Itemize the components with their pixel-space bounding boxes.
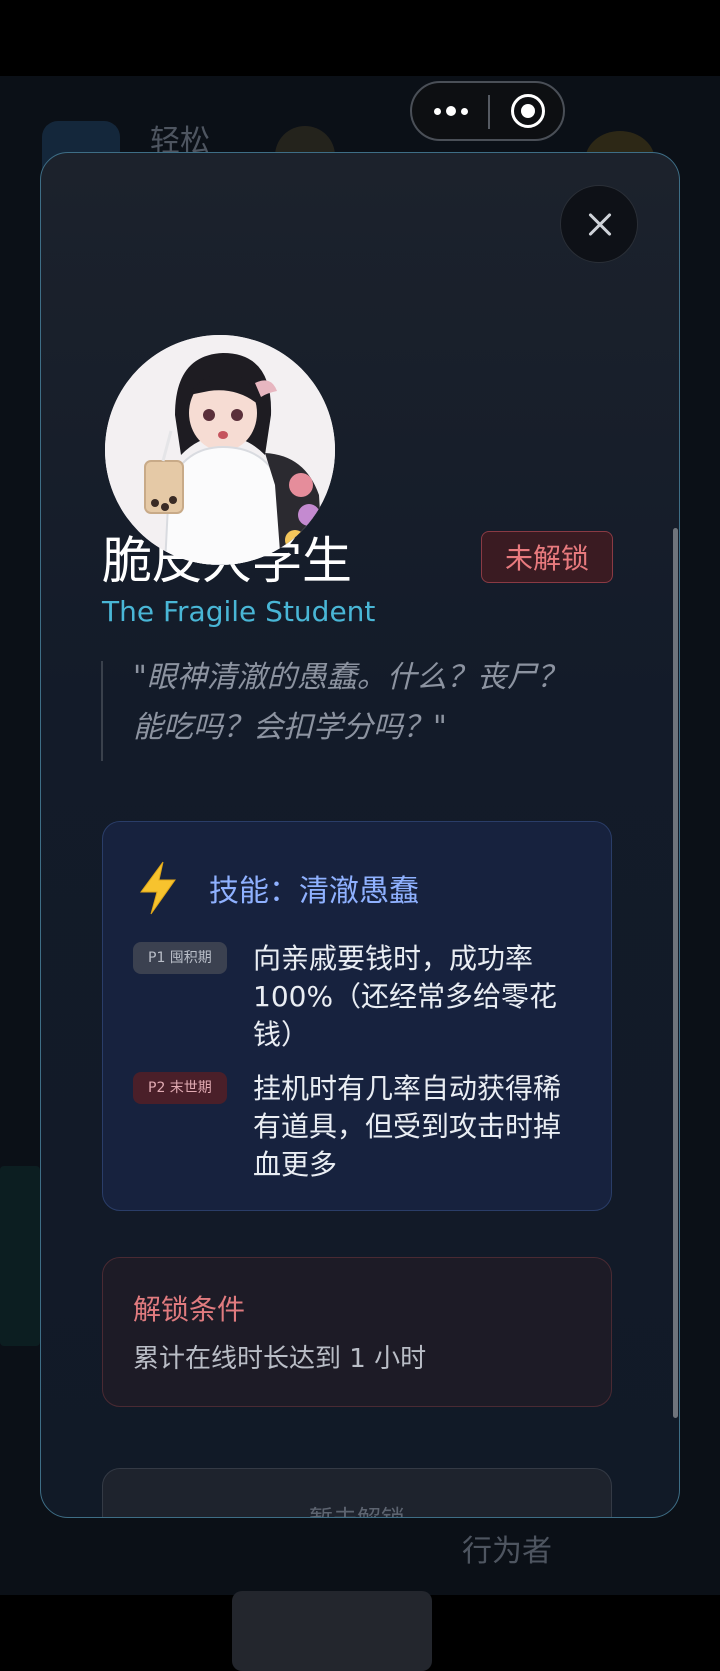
unlock-title: 解锁条件 [133, 1293, 246, 1326]
miniprogram-capsule [410, 81, 565, 141]
status-bar [0, 0, 720, 76]
locked-action-label: 暂未解锁 [103, 1499, 611, 1517]
skill-card: 技能：清澈愚蠢 P1 囤积期 向亲戚要钱时，成功率 100%（还经常多给零花钱）… [102, 821, 612, 1211]
unlock-description: 累计在线时长达到 1 小时 [133, 1344, 427, 1374]
character-modal: 脆皮大学生 未解锁 The Fragile Student "眼神清澈的愚蠢。什… [40, 152, 680, 1518]
locked-action-button[interactable]: 暂未解锁 [102, 1468, 612, 1517]
character-avatar [105, 335, 335, 565]
skill-title: 技能：清澈愚蠢 [209, 874, 419, 909]
phase-text-p1: 向亲戚要钱时，成功率 100%（还经常多给零花钱） [253, 942, 558, 1051]
character-avatar-illustration [105, 335, 335, 565]
character-name-en: The Fragile Student [102, 595, 376, 628]
lightning-icon [140, 861, 176, 915]
status-badge: 未解锁 [481, 531, 613, 583]
phase-tag-p1: P1 囤积期 [133, 942, 227, 974]
quote-divider [101, 661, 103, 761]
capsule-divider [488, 95, 490, 129]
background-photo [232, 1591, 432, 1671]
character-quote: "眼神清澈的愚蠢。什么？丧尸？能吃吗？会扣学分吗？" [133, 660, 567, 745]
close-icon[interactable] [560, 185, 638, 263]
background-label: 行为者 [462, 1534, 552, 1569]
target-icon[interactable] [511, 94, 545, 128]
background-panel [0, 1166, 40, 1346]
unlock-condition-card: 解锁条件 累计在线时长达到 1 小时 [102, 1257, 612, 1407]
more-dots-icon[interactable] [430, 97, 472, 125]
phase-tag-p2: P2 末世期 [133, 1072, 227, 1104]
phase-text-p2: 挂机时有几率自动获得稀有道具，但受到攻击时掉血更多 [253, 1072, 562, 1181]
modal-scrollbar[interactable] [673, 528, 678, 1418]
